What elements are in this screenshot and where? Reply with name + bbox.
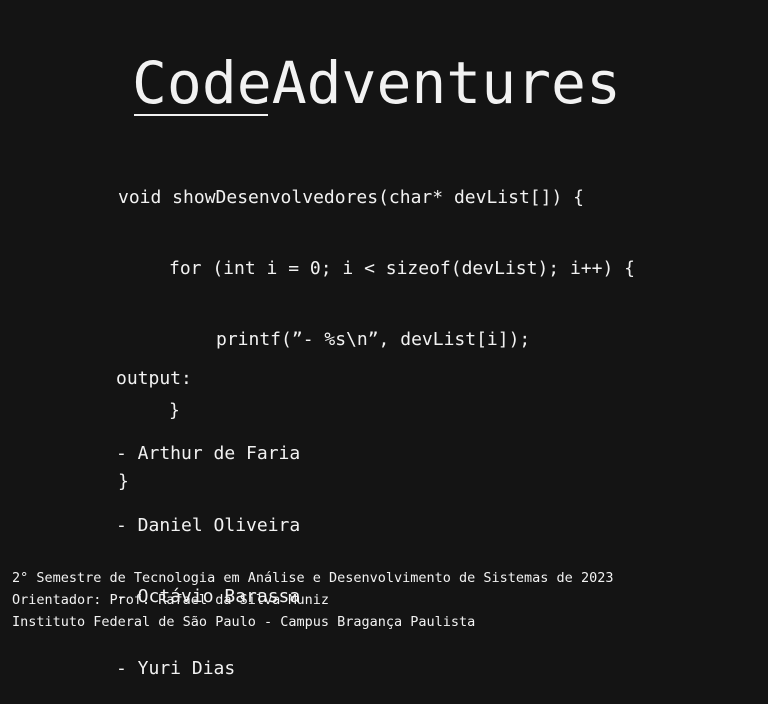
output-label: output:	[116, 368, 192, 389]
code-line-function-signature: void showDesenvolvedores(char* devList[]…	[118, 187, 584, 208]
output-block: output: - Arthur de Faria - Daniel Olive…	[116, 322, 300, 704]
footer-institute-line: Instituto Federal de São Paulo - Campus …	[12, 614, 476, 630]
output-item-developer: - Yuri Dias	[116, 657, 236, 679]
footer-credits: 2° Semestre de Tecnologia em Análise e D…	[12, 567, 613, 633]
code-adventures-logo: CodeAdventures	[132, 46, 621, 120]
output-item-developer: - Daniel Oliveira	[116, 514, 301, 536]
footer-advisor-line: Orientador: Prof. Rafael da Silva Muniz	[12, 592, 329, 608]
code-line-for-loop: for (int i = 0; i < sizeof(devList); i++…	[169, 258, 635, 279]
logo-text-code: Code	[132, 46, 272, 120]
output-item-developer: - Arthur de Faria	[116, 443, 301, 464]
logo-text-adventures: Adventures	[271, 49, 621, 117]
footer-semester-line: 2° Semestre de Tecnologia em Análise e D…	[12, 570, 614, 586]
